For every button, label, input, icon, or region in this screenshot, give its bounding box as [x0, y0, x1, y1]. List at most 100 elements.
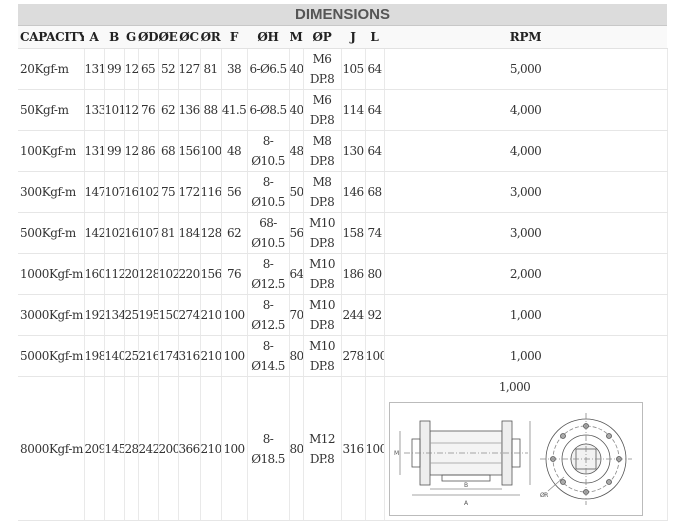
cell-b: 134: [104, 294, 125, 336]
col-header-g: G: [124, 26, 138, 49]
cell-a: 147: [84, 171, 105, 213]
cell-e: 102: [158, 253, 179, 295]
cell-m: 48: [289, 130, 304, 172]
cell-f: 41.5: [221, 89, 248, 131]
cell-f: 56: [221, 171, 248, 213]
cell-g: 25: [124, 335, 139, 377]
cell-rpm: 3,000: [384, 212, 668, 254]
cell-m: 40: [289, 48, 304, 90]
cell-j: 244: [341, 294, 366, 336]
technical-drawing: A B M ØR: [388, 402, 643, 516]
cell-b: 140: [104, 335, 125, 377]
cell-b: 101: [104, 89, 125, 131]
cell-g: 16: [124, 212, 139, 254]
cell-g: 12: [124, 89, 139, 131]
cell-rpm: 2,000: [384, 253, 668, 295]
cell-m: 80: [289, 376, 304, 521]
cell-r: 88: [200, 89, 222, 131]
table-row: 8000Kgf-m 209 145 28 242 200 366 210 100…: [18, 376, 668, 521]
table-row: 5000Kgf-m 198 140 25 216 174 316 210 100…: [18, 335, 668, 377]
cell-b: 145: [104, 376, 125, 521]
table-row: 50Kgf-m 133 101 12 76 62 136 88 41.5 6-Ø…: [18, 89, 668, 131]
cell-c: 366: [178, 376, 201, 521]
cell-rpm: 1,000: [384, 294, 668, 336]
col-header-j: J: [341, 26, 365, 49]
side-label-b: B: [464, 482, 468, 489]
cell-e: 52: [158, 48, 179, 90]
col-header-f: F: [221, 26, 247, 49]
side-label-a: A: [464, 500, 469, 507]
cell-r: 128: [200, 212, 222, 254]
cell-capacity: 50Kgf-m: [18, 89, 85, 131]
cell-h: 8-Ø10.5: [247, 171, 290, 213]
cell-a: 198: [84, 335, 105, 377]
cell-h: 6-Ø8.5: [247, 89, 290, 131]
cell-capacity: 100Kgf-m: [18, 130, 85, 172]
cell-b: 107: [104, 171, 125, 213]
col-header-rpm: RPM: [384, 26, 667, 49]
cell-c: 172: [178, 171, 201, 213]
cell-rpm: 3,000: [384, 171, 668, 213]
cell-e: 62: [158, 89, 179, 131]
dimensions-table: CAPACITY A B G ØD ØE ØC ØR F ØH M ØP J L…: [18, 26, 668, 521]
cell-rpm: 1,000: [498, 380, 531, 394]
cell-f: 62: [221, 212, 248, 254]
cell-e: 81: [158, 212, 179, 254]
table-row: 1000Kgf-m 160 112 20 128 102 220 156 76 …: [18, 253, 668, 295]
cell-a: 209: [84, 376, 105, 521]
cell-h: 68-Ø10.5: [247, 212, 290, 254]
cell-l: 80: [365, 253, 385, 295]
cell-r: 156: [200, 253, 222, 295]
cell-l: 64: [365, 48, 385, 90]
cell-c: 156: [178, 130, 201, 172]
cell-b: 102: [104, 212, 125, 254]
cell-m: 56: [289, 212, 304, 254]
cell-h: 8-Ø12.5: [247, 253, 290, 295]
cell-capacity: 8000Kgf-m: [18, 376, 85, 521]
cell-m: 40: [289, 89, 304, 131]
table-row: 100Kgf-m 131 99 12 86 68 156 100 48 8-Ø1…: [18, 130, 668, 172]
cell-f: 100: [221, 335, 248, 377]
cell-p: M10 DP.8: [303, 294, 342, 336]
dimensions-panel: DIMENSIONS CAPACITY A B G ØD ØE ØC ØR F …: [18, 4, 668, 521]
cell-l: 68: [365, 171, 385, 213]
cell-c: 127: [178, 48, 201, 90]
cell-h: 8-Ø18.5: [247, 376, 290, 521]
cell-a: 192: [84, 294, 105, 336]
cell-c: 274: [178, 294, 201, 336]
cell-m: 80: [289, 335, 304, 377]
cell-d: 195: [138, 294, 159, 336]
cell-m: 70: [289, 294, 304, 336]
cell-rpm: 5,000: [384, 48, 668, 90]
cell-a: 160: [84, 253, 105, 295]
cell-j: 130: [341, 130, 366, 172]
cell-p: M10 DP.8: [303, 212, 342, 254]
cell-f: 48: [221, 130, 248, 172]
page-title: DIMENSIONS: [18, 4, 667, 26]
cell-d: 102: [138, 171, 159, 213]
cell-m: 64: [289, 253, 304, 295]
cell-d: 216: [138, 335, 159, 377]
cell-capacity: 20Kgf-m: [18, 48, 85, 90]
cell-c: 184: [178, 212, 201, 254]
cell-j: 105: [341, 48, 366, 90]
cell-f: 100: [221, 294, 248, 336]
dimension-drawing-svg: A B M ØR: [394, 413, 632, 507]
cell-rpm: 4,000: [384, 130, 668, 172]
side-label-m: M: [394, 450, 399, 457]
cell-p: M10 DP.8: [303, 253, 342, 295]
cell-h: 8-Ø12.5: [247, 294, 290, 336]
table-row: 500Kgf-m 142 102 16 107 81 184 128 62 68…: [18, 212, 668, 254]
cell-p: M10 DP.8: [303, 335, 342, 377]
cell-p: M6 DP.8: [303, 48, 342, 90]
cell-g: 16: [124, 171, 139, 213]
col-header-a: A: [84, 26, 104, 49]
cell-l: 100: [365, 335, 385, 377]
cell-l: 64: [365, 89, 385, 131]
cell-g: 20: [124, 253, 139, 295]
cell-j: 146: [341, 171, 366, 213]
cell-p: M12 DP.8: [303, 376, 342, 521]
cell-r: 210: [200, 294, 222, 336]
cell-h: 8-Ø10.5: [247, 130, 290, 172]
cell-m: 50: [289, 171, 304, 213]
